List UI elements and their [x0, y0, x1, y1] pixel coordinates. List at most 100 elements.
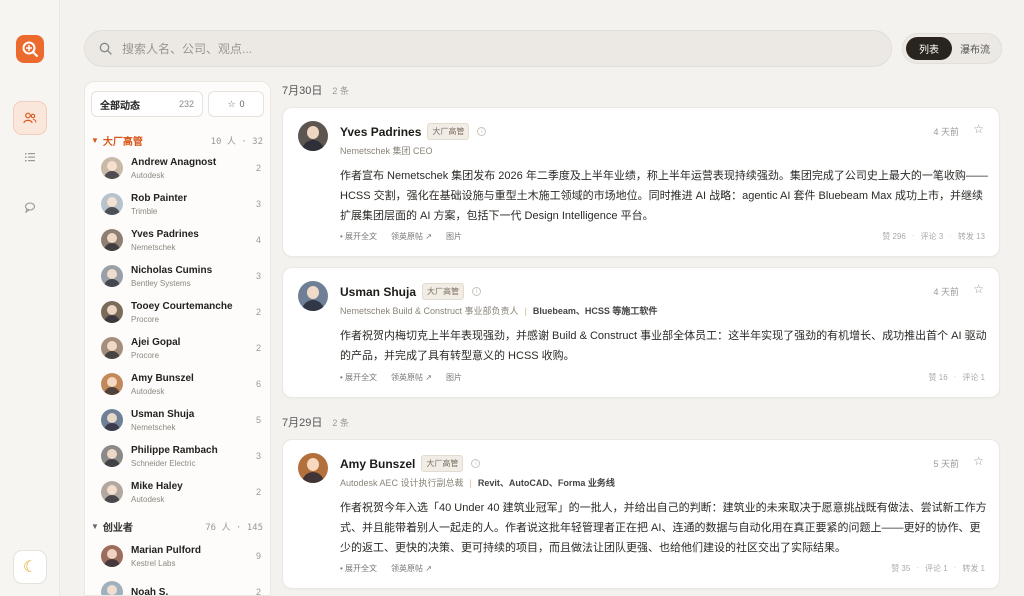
person-name: Rob Painter: [131, 192, 188, 204]
expand-full-link[interactable]: • 展开全文: [340, 372, 377, 383]
image-link[interactable]: 图片: [446, 372, 462, 383]
person-name: Amy Bunszel: [131, 372, 194, 384]
person-name: Yves Padrines: [131, 228, 199, 240]
author-avatar[interactable]: [298, 281, 328, 311]
view-list-button[interactable]: 列表: [906, 37, 952, 60]
post-stat: 转发 13: [957, 232, 985, 241]
person-company: Autodesk: [131, 386, 165, 396]
author-tag: 大厂高管: [422, 283, 465, 300]
person-company: Schneider Electric: [131, 458, 196, 468]
group-meta: 76 人 · 145: [205, 522, 263, 533]
post-stat: 转发 1: [962, 564, 985, 573]
avatar: [101, 481, 123, 503]
dark-mode-toggle[interactable]: ☾: [13, 550, 47, 584]
linkedin-original-link[interactable]: 领英原帖 ↗: [391, 231, 432, 242]
image-link[interactable]: 图片: [446, 231, 462, 242]
person-company: Procore: [131, 350, 160, 360]
linkedin-original-link[interactable]: 领英原帖 ↗: [391, 563, 432, 574]
nav-people-button[interactable]: [13, 101, 47, 135]
post-stats: 赞 296 · 评论 3 · 转发 13: [882, 231, 985, 242]
post-card[interactable]: Amy Bunszel 大厂高管 i Autodesk AEC 设计执行副总裁 | Rev…: [282, 439, 1000, 589]
avatar: [101, 193, 123, 215]
person-post-count: 4: [255, 235, 261, 245]
post-stats: 赞 16 · 评论 1: [929, 372, 985, 383]
people-icon: [23, 112, 37, 124]
sidebar-person[interactable]: Amy Bunszel Autodesk 6: [101, 368, 261, 400]
expand-full-link[interactable]: • 展开全文: [340, 231, 377, 242]
author-role: Nemetschek 集团 CEO: [340, 146, 433, 156]
stat-separator: ·: [916, 563, 919, 572]
expand-full-link[interactable]: • 展开全文: [340, 563, 377, 574]
stat-separator: ·: [953, 372, 957, 381]
bookmark-star-icon[interactable]: ☆: [973, 122, 984, 136]
person-post-count: 2: [255, 163, 261, 173]
search-input[interactable]: [122, 41, 822, 56]
bookmark-star-icon[interactable]: ☆: [973, 282, 984, 296]
sidebar-person[interactable]: Nicholas Cumins Bentley Systems 3: [101, 260, 261, 292]
author-business: Bluebeam、HCSS 等施工软件: [532, 306, 658, 316]
nav-list-button[interactable]: [13, 140, 47, 174]
linkedin-original-link[interactable]: 领英原帖 ↗: [391, 372, 432, 383]
author-avatar[interactable]: [298, 453, 328, 483]
sidebar-person[interactable]: Tooey Courtemanche Procore 2: [101, 296, 261, 328]
info-icon[interactable]: i: [471, 459, 481, 468]
starred-filter-button[interactable]: ☆ 0: [208, 91, 264, 117]
person-post-count: 3: [255, 451, 261, 461]
group-meta: 10 人 · 32: [210, 136, 263, 147]
all-feed-button[interactable]: 全部动态 232: [91, 91, 203, 117]
post-card[interactable]: Yves Padrines 大厂高管 i Nemetschek 集团 CEO 4 天前 ☆…: [282, 107, 1000, 257]
person-post-count: 2: [255, 587, 261, 596]
day-header: 7月29日 2 条: [282, 414, 349, 430]
person-name: Nicholas Cumins: [131, 264, 213, 276]
sidebar-person[interactable]: Ajei Gopal Procore 2: [101, 332, 261, 364]
search-icon: [99, 42, 112, 55]
author-tag: 大厂高管: [427, 123, 470, 140]
person-post-count: 3: [255, 271, 261, 281]
moon-icon: ☾: [22, 559, 38, 576]
people-panel: 全部动态 232 ☆ 0 ▼ 大厂高管 10 人 · 32 Andrew Ana…: [84, 81, 271, 596]
avatar: [101, 581, 123, 595]
group-header-founders[interactable]: ▼ 创业者 76 人 · 145: [91, 518, 263, 534]
info-icon[interactable]: i: [472, 287, 482, 296]
stat-separator: ·: [911, 231, 915, 240]
group-header-executives[interactable]: ▼ 大厂高管 10 人 · 32: [91, 132, 263, 148]
person-company: Nemetschek: [131, 422, 176, 432]
post-card[interactable]: Usman Shuja 大厂高管 i Nemetschek Build & Const…: [282, 267, 1000, 398]
chevron-down-icon: ▼: [91, 521, 99, 531]
sidebar-person[interactable]: Rob Painter Trimble 3: [101, 188, 261, 220]
sidebar-person[interactable]: Usman Shuja Nemetschek 5: [101, 404, 261, 436]
sidebar-person[interactable]: Mike Haley Autodesk 2: [101, 476, 261, 508]
person-company: Trimble: [131, 206, 158, 216]
view-waterfall-button[interactable]: 瀑布流: [952, 37, 998, 60]
role-separator: |: [469, 477, 472, 488]
search-bar: [84, 30, 892, 67]
author-name[interactable]: Yves Padrines: [340, 125, 421, 139]
sidebar-person[interactable]: Yves Padrines Nemetschek 4: [101, 224, 261, 256]
post-stat: 赞 16: [928, 373, 948, 382]
info-icon[interactable]: i: [477, 127, 487, 136]
author-avatar[interactable]: [298, 121, 328, 151]
avatar: [101, 445, 123, 467]
person-post-count: 2: [255, 307, 261, 317]
stat-separator: ·: [953, 563, 957, 572]
sidebar-person[interactable]: Andrew Anagnost Autodesk 2: [101, 152, 261, 184]
role-separator: |: [524, 305, 527, 316]
author-role: Nemetschek Build & Construct 事业部负责人: [340, 306, 519, 316]
avatar: [101, 229, 123, 251]
day-date: 7月29日: [282, 417, 323, 429]
author-tag: 大厂高管: [421, 455, 464, 472]
author-business: Revit、AutoCAD、Forma 业务线: [477, 478, 615, 488]
nav-chat-button[interactable]: [13, 190, 47, 224]
avatar: [101, 409, 123, 431]
sidebar-person[interactable]: Marian Pulford Kestrel Labs 9: [101, 540, 261, 572]
post-time: 5 天前: [933, 459, 959, 469]
bookmark-star-icon[interactable]: ☆: [973, 454, 984, 468]
sidebar-person[interactable]: Noah S. 2: [101, 576, 261, 596]
app-logo[interactable]: [16, 35, 44, 63]
avatar: [101, 545, 123, 567]
sidebar-person[interactable]: Philippe Rambach Schneider Electric 3: [101, 440, 261, 472]
avatar: [101, 265, 123, 287]
author-name[interactable]: Amy Bunszel: [340, 457, 415, 471]
author-name[interactable]: Usman Shuja: [340, 285, 416, 299]
avatar: [101, 373, 123, 395]
